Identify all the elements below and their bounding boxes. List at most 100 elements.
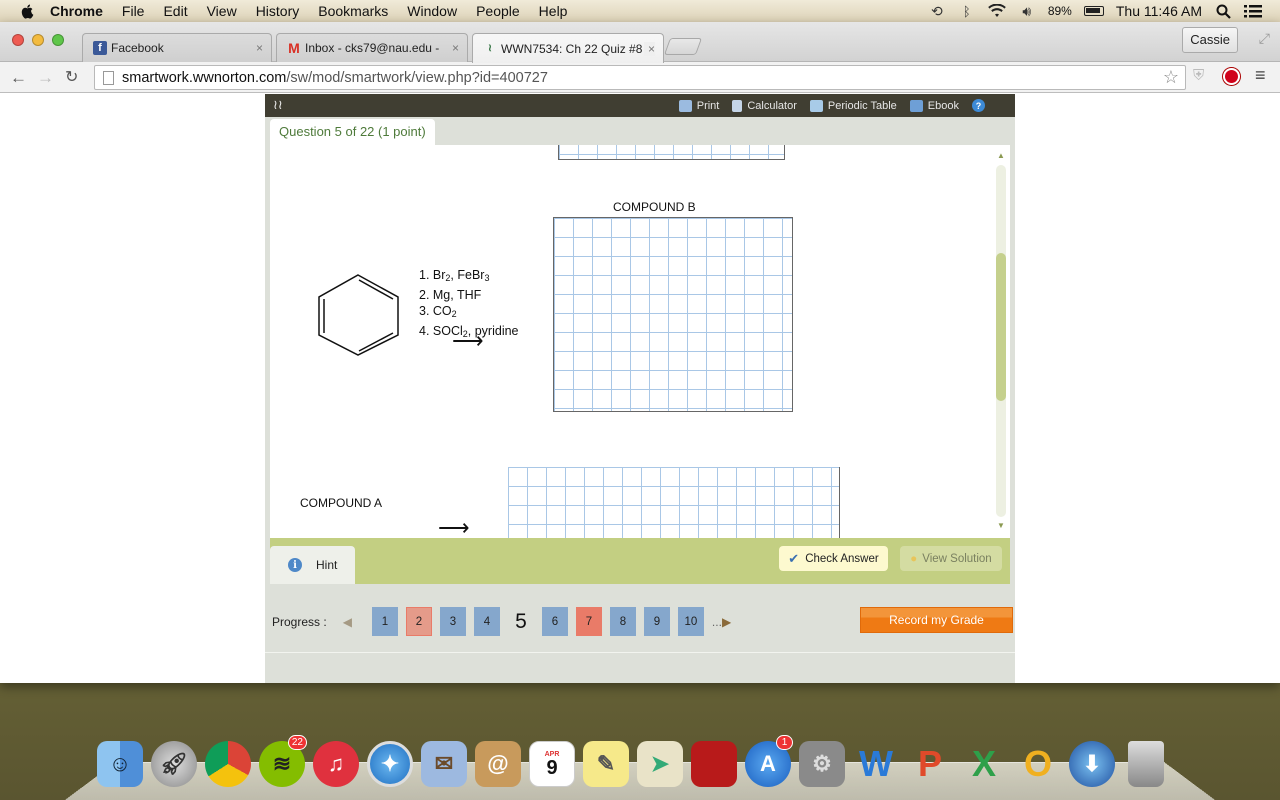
profile-button[interactable]: Cassie bbox=[1182, 27, 1238, 53]
dock-app-spotify[interactable]: ≋ 22 bbox=[255, 735, 309, 791]
dock-app-system-preferences[interactable]: ⚙ bbox=[795, 737, 849, 791]
hint-button[interactable]: i Hint bbox=[270, 546, 355, 584]
browser-toolbar: ← → ↻ smartwork.wwnorton.com/sw/mod/smar… bbox=[0, 62, 1280, 93]
progress-current-question: 5 bbox=[515, 609, 527, 633]
scroll-up-icon[interactable]: ▲ bbox=[997, 151, 1005, 160]
progress-question-9[interactable]: 9 bbox=[643, 607, 670, 636]
dock-app-launchpad[interactable]: 🚀︎ bbox=[147, 737, 201, 791]
dock-app-itunes[interactable]: ♫ bbox=[309, 737, 363, 791]
next-question-arrow[interactable]: ▶ bbox=[722, 615, 731, 629]
menu-view[interactable]: View bbox=[207, 3, 237, 19]
book-icon bbox=[909, 99, 923, 112]
menu-window[interactable]: Window bbox=[407, 3, 457, 19]
back-button[interactable]: ← bbox=[10, 68, 27, 88]
tab-facebook[interactable]: f Facebook × bbox=[82, 33, 272, 62]
contacts-icon: @ bbox=[475, 741, 521, 787]
close-window-button[interactable] bbox=[12, 34, 24, 46]
bluetooth-icon[interactable]: ᛒ bbox=[958, 2, 976, 20]
help-button[interactable]: ? bbox=[972, 99, 985, 112]
tab-smartwork[interactable]: ≀ WWN7534: Ch 22 Quiz #8 × bbox=[472, 33, 664, 63]
excel-icon: X bbox=[971, 743, 996, 784]
battery-icon[interactable] bbox=[1083, 6, 1104, 16]
wifi-icon[interactable] bbox=[988, 2, 1006, 20]
scrollbar-thumb[interactable] bbox=[996, 253, 1006, 401]
notification-center-icon[interactable] bbox=[1244, 2, 1262, 20]
scroll-down-icon[interactable]: ▼ bbox=[997, 521, 1005, 530]
progress-question-6[interactable]: 6 bbox=[541, 607, 568, 636]
time-machine-icon[interactable]: ⟲ bbox=[928, 2, 946, 20]
address-bar[interactable]: smartwork.wwnorton.com/sw/mod/smartwork/… bbox=[94, 65, 1186, 90]
dock-app-migration[interactable]: ⬇ bbox=[1065, 737, 1119, 791]
check-answer-button[interactable]: ✔ Check Answer bbox=[779, 546, 888, 571]
apple-menu-icon[interactable] bbox=[20, 3, 36, 19]
clock[interactable]: Thu 11:46 AM bbox=[1116, 3, 1202, 19]
forward-button[interactable]: → bbox=[37, 68, 54, 88]
dock-app-chrome[interactable] bbox=[201, 737, 255, 791]
minimize-window-button[interactable] bbox=[32, 34, 44, 46]
progress-question-2[interactable]: 2 bbox=[405, 607, 432, 636]
drawing-canvas-previous[interactable] bbox=[558, 145, 785, 160]
chrome-menu-icon[interactable]: ≡ bbox=[1255, 65, 1266, 86]
trash-icon bbox=[1128, 741, 1164, 787]
dock-app-excel[interactable]: X bbox=[957, 737, 1011, 791]
question-scrollbar[interactable]: ▲ ▼ bbox=[996, 151, 1006, 533]
compound-b-drawing-canvas[interactable] bbox=[553, 217, 793, 412]
menu-help[interactable]: Help bbox=[539, 3, 568, 19]
fullscreen-icon[interactable]: ⤢ bbox=[1259, 30, 1270, 47]
menu-history[interactable]: History bbox=[256, 3, 300, 19]
dock-app-powerpoint[interactable]: P bbox=[903, 737, 957, 791]
spotlight-icon[interactable] bbox=[1214, 2, 1232, 20]
maps-icon: ➤ bbox=[637, 741, 683, 787]
dock-app-outlook[interactable]: O bbox=[1011, 737, 1065, 791]
dock-app-trash[interactable] bbox=[1119, 737, 1173, 791]
reagent-3: 3. CO2 bbox=[419, 304, 457, 319]
divider bbox=[265, 652, 1015, 653]
dock-app-word[interactable]: W bbox=[849, 737, 903, 791]
adblock-extension-icon[interactable] bbox=[1223, 68, 1240, 85]
lightbulb-icon: ● bbox=[910, 552, 918, 565]
compound-a-drawing-canvas[interactable] bbox=[508, 467, 840, 538]
calculator-button[interactable]: Calculator bbox=[732, 99, 797, 112]
bookmark-star-icon[interactable]: ☆ bbox=[1163, 67, 1179, 88]
hint-label: Hint bbox=[316, 558, 338, 572]
view-solution-button[interactable]: ● View Solution bbox=[900, 546, 1002, 571]
dock-app-finder[interactable]: ☺ bbox=[93, 737, 147, 791]
dock-app-calendar[interactable]: APR 9 bbox=[525, 737, 579, 791]
close-tab-icon[interactable]: × bbox=[256, 41, 263, 55]
dock-app-mail[interactable]: ✉ bbox=[417, 737, 471, 791]
reaction-arrow: ⟶ bbox=[452, 328, 484, 353]
dock-app-photo-booth[interactable] bbox=[687, 737, 741, 791]
ebook-button[interactable]: Ebook bbox=[909, 99, 959, 112]
dock-app-app-store[interactable]: A1 bbox=[741, 735, 795, 791]
close-tab-icon[interactable]: × bbox=[643, 41, 655, 56]
dock-app-contacts[interactable]: @ bbox=[471, 737, 525, 791]
shield-extension-icon[interactable]: ⛨ bbox=[1193, 67, 1204, 84]
volume-icon[interactable]: 🔊︎ bbox=[1018, 2, 1036, 20]
progress-question-8[interactable]: 8 bbox=[609, 607, 636, 636]
menu-file[interactable]: File bbox=[122, 3, 145, 19]
menu-bookmarks[interactable]: Bookmarks bbox=[318, 3, 388, 19]
progress-question-1[interactable]: 1 bbox=[371, 607, 398, 636]
reload-button[interactable]: ↻ bbox=[65, 67, 78, 87]
dock-app-maps[interactable]: ➤ bbox=[633, 737, 687, 791]
progress-question-3[interactable]: 3 bbox=[439, 607, 466, 636]
new-tab-button[interactable] bbox=[663, 38, 703, 55]
progress-question-4[interactable]: 4 bbox=[473, 607, 500, 636]
dock-app-safari[interactable]: ✦ bbox=[363, 737, 417, 791]
tab-gmail[interactable]: M Inbox - cks79@nau.edu - × bbox=[276, 33, 468, 62]
menu-people[interactable]: People bbox=[476, 3, 520, 19]
previous-question-arrow[interactable]: ◀ bbox=[343, 615, 352, 629]
record-grade-button[interactable]: Record my Grade bbox=[860, 607, 1013, 633]
menu-edit[interactable]: Edit bbox=[163, 3, 187, 19]
zoom-window-button[interactable] bbox=[52, 34, 64, 46]
chrome-icon bbox=[205, 741, 251, 787]
printer-icon bbox=[678, 99, 692, 112]
dock-app-notes[interactable]: ✎ bbox=[579, 737, 633, 791]
menu-app-name[interactable]: Chrome bbox=[50, 3, 103, 19]
close-tab-icon[interactable]: × bbox=[452, 41, 459, 55]
print-button[interactable]: Print bbox=[678, 99, 719, 112]
periodic-table-button[interactable]: Periodic Table bbox=[809, 99, 897, 112]
system-preferences-icon: ⚙ bbox=[799, 741, 845, 787]
progress-question-10[interactable]: 10 bbox=[677, 607, 704, 636]
progress-question-7[interactable]: 7 bbox=[575, 607, 602, 636]
